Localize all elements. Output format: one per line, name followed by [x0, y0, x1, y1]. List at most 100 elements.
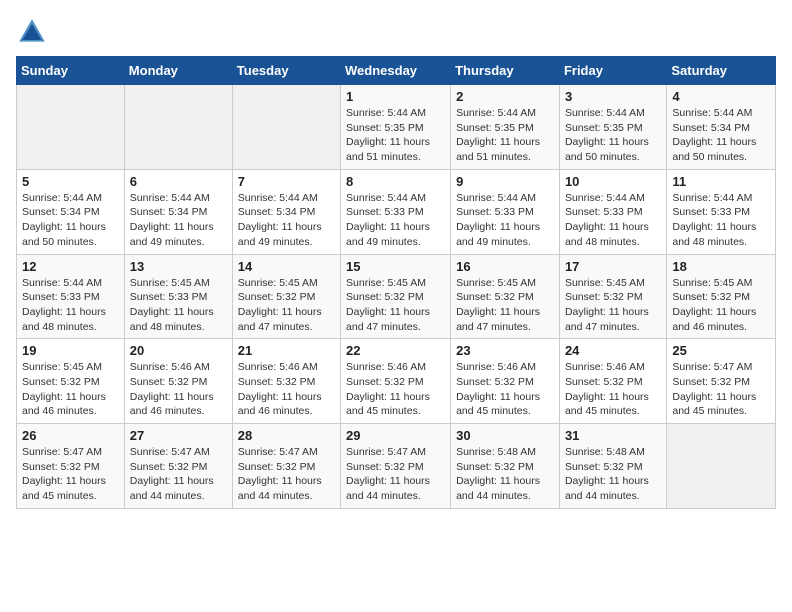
day-info: Sunrise: 5:44 AMSunset: 5:33 PMDaylight:… — [346, 191, 445, 250]
calendar-table: SundayMondayTuesdayWednesdayThursdayFrid… — [16, 56, 776, 509]
calendar-cell: 14 Sunrise: 5:45 AMSunset: 5:32 PMDayligh… — [232, 254, 340, 339]
day-number: 17 — [565, 259, 661, 274]
day-number: 22 — [346, 343, 445, 358]
day-number: 10 — [565, 174, 661, 189]
logo — [16, 16, 52, 48]
day-info: Sunrise: 5:44 AMSunset: 5:35 PMDaylight:… — [346, 106, 445, 165]
day-number: 1 — [346, 89, 445, 104]
calendar-cell: 5 Sunrise: 5:44 AMSunset: 5:34 PMDaylight… — [17, 169, 125, 254]
day-number: 3 — [565, 89, 661, 104]
day-info: Sunrise: 5:45 AMSunset: 5:32 PMDaylight:… — [238, 276, 335, 335]
day-number: 13 — [130, 259, 227, 274]
calendar-cell — [232, 85, 340, 170]
day-number: 7 — [238, 174, 335, 189]
calendar-cell: 24 Sunrise: 5:46 AMSunset: 5:32 PMDayligh… — [559, 339, 666, 424]
calendar-cell: 1 Sunrise: 5:44 AMSunset: 5:35 PMDaylight… — [341, 85, 451, 170]
day-number: 19 — [22, 343, 119, 358]
day-number: 27 — [130, 428, 227, 443]
day-info: Sunrise: 5:47 AMSunset: 5:32 PMDaylight:… — [22, 445, 119, 504]
weekday-header-row: SundayMondayTuesdayWednesdayThursdayFrid… — [17, 57, 776, 85]
day-number: 6 — [130, 174, 227, 189]
weekday-header-saturday: Saturday — [667, 57, 776, 85]
calendar-cell: 20 Sunrise: 5:46 AMSunset: 5:32 PMDayligh… — [124, 339, 232, 424]
day-number: 29 — [346, 428, 445, 443]
calendar-cell: 19 Sunrise: 5:45 AMSunset: 5:32 PMDayligh… — [17, 339, 125, 424]
weekday-header-tuesday: Tuesday — [232, 57, 340, 85]
day-number: 2 — [456, 89, 554, 104]
day-number: 9 — [456, 174, 554, 189]
calendar-cell: 11 Sunrise: 5:44 AMSunset: 5:33 PMDayligh… — [667, 169, 776, 254]
day-info: Sunrise: 5:47 AMSunset: 5:32 PMDaylight:… — [238, 445, 335, 504]
weekday-header-monday: Monday — [124, 57, 232, 85]
calendar-week-row: 26 Sunrise: 5:47 AMSunset: 5:32 PMDayligh… — [17, 424, 776, 509]
calendar-week-row: 12 Sunrise: 5:44 AMSunset: 5:33 PMDayligh… — [17, 254, 776, 339]
day-info: Sunrise: 5:45 AMSunset: 5:33 PMDaylight:… — [130, 276, 227, 335]
day-number: 28 — [238, 428, 335, 443]
page-header — [16, 16, 776, 48]
day-info: Sunrise: 5:48 AMSunset: 5:32 PMDaylight:… — [456, 445, 554, 504]
calendar-cell: 17Sunrise: 5:45 AMSunset: 5:32 PMDayligh… — [559, 254, 666, 339]
day-number: 14 — [238, 259, 335, 274]
calendar-cell: 13 Sunrise: 5:45 AMSunset: 5:33 PMDayligh… — [124, 254, 232, 339]
calendar-cell: 6 Sunrise: 5:44 AMSunset: 5:34 PMDaylight… — [124, 169, 232, 254]
day-info: Sunrise: 5:47 AMSunset: 5:32 PMDaylight:… — [672, 360, 770, 419]
calendar-cell: 2 Sunrise: 5:44 AMSunset: 5:35 PMDaylight… — [451, 85, 560, 170]
day-number: 4 — [672, 89, 770, 104]
calendar-week-row: 1 Sunrise: 5:44 AMSunset: 5:35 PMDaylight… — [17, 85, 776, 170]
day-info: Sunrise: 5:44 AMSunset: 5:33 PMDaylight:… — [672, 191, 770, 250]
calendar-cell: 18 Sunrise: 5:45 AMSunset: 5:32 PMDayligh… — [667, 254, 776, 339]
calendar-cell: 27 Sunrise: 5:47 AMSunset: 5:32 PMDayligh… — [124, 424, 232, 509]
day-number: 11 — [672, 174, 770, 189]
calendar-cell: 28 Sunrise: 5:47 AMSunset: 5:32 PMDayligh… — [232, 424, 340, 509]
calendar-cell: 12 Sunrise: 5:44 AMSunset: 5:33 PMDayligh… — [17, 254, 125, 339]
day-number: 8 — [346, 174, 445, 189]
calendar-cell: 31Sunrise: 5:48 AMSunset: 5:32 PMDayligh… — [559, 424, 666, 509]
day-info: Sunrise: 5:46 AMSunset: 5:32 PMDaylight:… — [238, 360, 335, 419]
day-number: 24 — [565, 343, 661, 358]
calendar-cell: 10Sunrise: 5:44 AMSunset: 5:33 PMDayligh… — [559, 169, 666, 254]
logo-icon — [16, 16, 48, 48]
day-info: Sunrise: 5:44 AMSunset: 5:34 PMDaylight:… — [130, 191, 227, 250]
day-info: Sunrise: 5:46 AMSunset: 5:32 PMDaylight:… — [456, 360, 554, 419]
day-number: 18 — [672, 259, 770, 274]
day-number: 26 — [22, 428, 119, 443]
calendar-cell: 22Sunrise: 5:46 AMSunset: 5:32 PMDayligh… — [341, 339, 451, 424]
day-info: Sunrise: 5:46 AMSunset: 5:32 PMDaylight:… — [565, 360, 661, 419]
weekday-header-thursday: Thursday — [451, 57, 560, 85]
calendar-cell: 8 Sunrise: 5:44 AMSunset: 5:33 PMDaylight… — [341, 169, 451, 254]
day-info: Sunrise: 5:47 AMSunset: 5:32 PMDaylight:… — [346, 445, 445, 504]
calendar-cell: 26 Sunrise: 5:47 AMSunset: 5:32 PMDayligh… — [17, 424, 125, 509]
calendar-week-row: 19 Sunrise: 5:45 AMSunset: 5:32 PMDayligh… — [17, 339, 776, 424]
calendar-cell: 21 Sunrise: 5:46 AMSunset: 5:32 PMDayligh… — [232, 339, 340, 424]
day-info: Sunrise: 5:44 AMSunset: 5:35 PMDaylight:… — [565, 106, 661, 165]
day-number: 25 — [672, 343, 770, 358]
day-info: Sunrise: 5:44 AMSunset: 5:35 PMDaylight:… — [456, 106, 554, 165]
day-number: 20 — [130, 343, 227, 358]
day-info: Sunrise: 5:46 AMSunset: 5:32 PMDaylight:… — [130, 360, 227, 419]
day-info: Sunrise: 5:45 AMSunset: 5:32 PMDaylight:… — [672, 276, 770, 335]
day-info: Sunrise: 5:44 AMSunset: 5:33 PMDaylight:… — [22, 276, 119, 335]
day-info: Sunrise: 5:45 AMSunset: 5:32 PMDaylight:… — [22, 360, 119, 419]
weekday-header-friday: Friday — [559, 57, 666, 85]
calendar-week-row: 5 Sunrise: 5:44 AMSunset: 5:34 PMDaylight… — [17, 169, 776, 254]
day-info: Sunrise: 5:44 AMSunset: 5:34 PMDaylight:… — [238, 191, 335, 250]
day-number: 12 — [22, 259, 119, 274]
day-number: 30 — [456, 428, 554, 443]
day-number: 16 — [456, 259, 554, 274]
day-info: Sunrise: 5:44 AMSunset: 5:34 PMDaylight:… — [22, 191, 119, 250]
calendar-cell: 7 Sunrise: 5:44 AMSunset: 5:34 PMDaylight… — [232, 169, 340, 254]
day-number: 23 — [456, 343, 554, 358]
calendar-cell — [124, 85, 232, 170]
day-info: Sunrise: 5:45 AMSunset: 5:32 PMDaylight:… — [346, 276, 445, 335]
day-number: 15 — [346, 259, 445, 274]
day-info: Sunrise: 5:47 AMSunset: 5:32 PMDaylight:… — [130, 445, 227, 504]
day-info: Sunrise: 5:48 AMSunset: 5:32 PMDaylight:… — [565, 445, 661, 504]
calendar-cell: 25 Sunrise: 5:47 AMSunset: 5:32 PMDayligh… — [667, 339, 776, 424]
day-info: Sunrise: 5:44 AMSunset: 5:34 PMDaylight:… — [672, 106, 770, 165]
calendar-cell: 9Sunrise: 5:44 AMSunset: 5:33 PMDaylight… — [451, 169, 560, 254]
calendar-cell: 16Sunrise: 5:45 AMSunset: 5:32 PMDayligh… — [451, 254, 560, 339]
calendar-cell: 3 Sunrise: 5:44 AMSunset: 5:35 PMDaylight… — [559, 85, 666, 170]
day-number: 5 — [22, 174, 119, 189]
calendar-cell: 29 Sunrise: 5:47 AMSunset: 5:32 PMDayligh… — [341, 424, 451, 509]
day-number: 21 — [238, 343, 335, 358]
